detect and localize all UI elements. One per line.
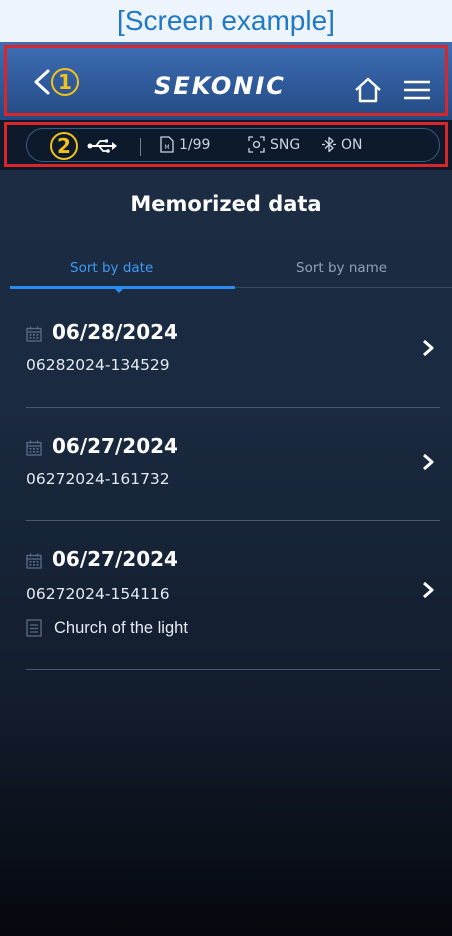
item-date: 06/27/2024 (52, 434, 178, 458)
chevron-right-icon (423, 581, 434, 599)
memo-icon (26, 619, 42, 637)
app-screen: 1 SEKONIC 2 M 1/99 SNG ON Memorized data… (0, 42, 452, 936)
item-memo: Church of the light (54, 619, 188, 637)
chevron-right-icon (423, 453, 434, 471)
item-file-name: 06272024-161732 (26, 470, 170, 488)
screen-example-caption: [Screen example] (0, 0, 452, 42)
item-date: 06/28/2024 (52, 320, 178, 344)
caption-text: [Screen example] (117, 5, 335, 36)
tab-divider (235, 287, 452, 288)
item-date: 06/27/2024 (52, 547, 178, 571)
list-item[interactable]: 06/27/2024 06272024-161732 (0, 408, 452, 521)
calendar-icon (26, 440, 42, 456)
item-file-name: 06282024-134529 (26, 356, 170, 374)
active-tab-notch (114, 288, 124, 293)
tab-sort-by-name[interactable]: Sort by name (296, 260, 387, 276)
page-title: Memorized data (130, 192, 322, 216)
row-divider (26, 669, 440, 670)
item-file-name: 06272024-154116 (26, 585, 170, 603)
highlight-box-header (4, 45, 448, 116)
calendar-icon (26, 326, 42, 342)
highlight-box-status (4, 122, 448, 167)
calendar-icon (26, 553, 42, 569)
chevron-right-icon (423, 339, 434, 357)
tab-sort-by-date[interactable]: Sort by date (70, 260, 153, 276)
list-item[interactable]: 06/28/2024 06282024-134529 (0, 294, 452, 408)
list-item[interactable]: 06/27/2024 06272024-154116 Church of the… (0, 521, 452, 671)
